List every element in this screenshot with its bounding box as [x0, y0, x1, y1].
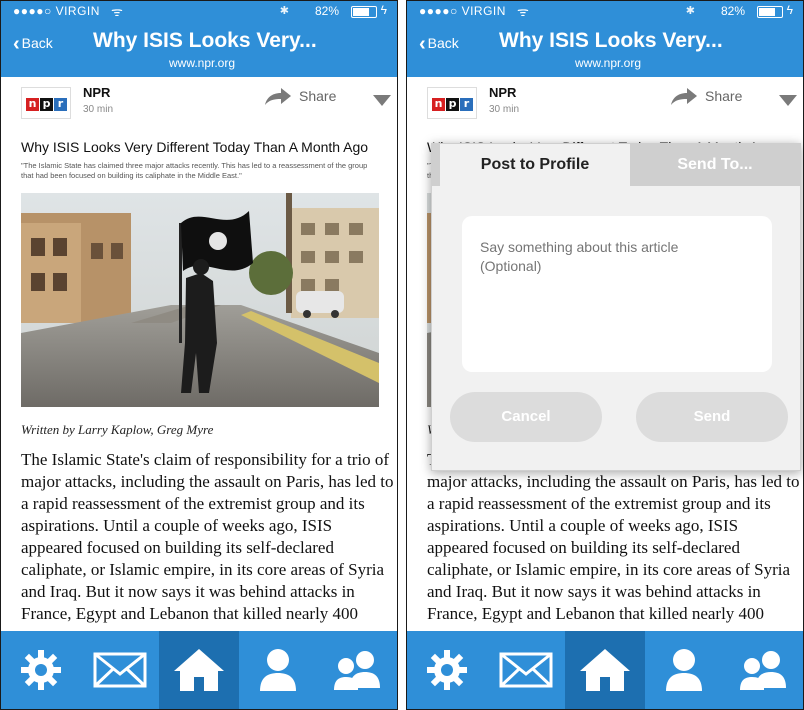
article-body: The Islamic State's claim of responsibil… [21, 450, 394, 623]
source-time: 30 min [83, 104, 114, 115]
mail-icon [93, 652, 147, 688]
battery-icon [757, 6, 783, 18]
wifi-icon: ᯤ [517, 4, 529, 19]
source-name: NPR [489, 85, 517, 100]
page-title: Why ISIS Looks Very... [93, 29, 317, 52]
comment-input[interactable] [462, 216, 772, 372]
article-header: npr NPR 30 min Share [407, 77, 803, 127]
npr-logo-letter: n [432, 98, 445, 111]
carrier-label: ●●●●○ VIRGIN [13, 4, 100, 18]
home-icon [580, 649, 630, 691]
article-header: npr NPR 30 min Share [1, 77, 397, 127]
tab-send-to[interactable]: Send To... [630, 144, 800, 186]
modal-tabs: Post to Profile Send To... [432, 144, 800, 186]
people-icon [334, 651, 381, 690]
nav-bar: ‹ Back Why ISIS Looks Very... www.npr.org [1, 21, 397, 77]
status-bar: ●●●●○ VIRGIN ᯤ ✱ 82% ϟ [407, 1, 803, 21]
source-time: 30 min [489, 104, 520, 115]
tab-post-to-profile[interactable]: Post to Profile [440, 144, 630, 186]
source-url: www.npr.org [575, 56, 642, 70]
article-photo [21, 193, 379, 407]
npr-logo-letter: p [446, 98, 459, 111]
gear-icon [20, 650, 61, 690]
bluetooth-icon: ✱ [279, 5, 289, 17]
npr-logo-letter: n [26, 98, 39, 111]
send-button[interactable]: Send [636, 392, 788, 442]
status-bar: ●●●●○ VIRGIN ᯤ ✱ 82% ϟ [1, 1, 397, 21]
npr-logo-letter: r [460, 98, 473, 111]
tab-home[interactable] [159, 631, 239, 709]
cancel-button[interactable]: Cancel [450, 392, 602, 442]
npr-logo-letter: p [40, 98, 53, 111]
tab-messages[interactable] [486, 631, 565, 709]
npr-logo: npr [21, 87, 71, 119]
gear-icon [426, 650, 467, 690]
source-url: www.npr.org [169, 56, 236, 70]
article-body: The Islamic State's claim of responsibil… [427, 450, 800, 623]
npr-logo-letter: r [54, 98, 67, 111]
carrier-label: ●●●●○ VIRGIN [419, 4, 506, 18]
phone-screen-share-modal: ●●●●○ VIRGIN ᯤ ✱ 82% ϟ ‹ Back Why ISIS Lo… [406, 0, 804, 710]
share-label: Share [299, 88, 337, 104]
home-icon [174, 649, 224, 691]
back-label: Back [427, 35, 459, 51]
back-button[interactable]: ‹ Back [13, 33, 53, 56]
people-icon [740, 651, 787, 690]
tab-settings[interactable] [407, 631, 486, 709]
back-button[interactable]: ‹ Back [419, 33, 459, 56]
charging-icon: ϟ [786, 3, 793, 17]
tab-messages[interactable] [80, 631, 159, 709]
share-label: Share [705, 88, 743, 104]
bottom-tab-bar [1, 631, 397, 709]
nav-bar: ‹ Back Why ISIS Looks Very... www.npr.org [407, 21, 803, 77]
bottom-tab-bar [407, 631, 803, 709]
share-arrow-icon [671, 88, 697, 105]
article-headline: Why ISIS Looks Very Different Today Than… [21, 139, 369, 155]
charging-icon: ϟ [380, 3, 387, 17]
page-title: Why ISIS Looks Very... [499, 29, 723, 52]
chevron-left-icon: ‹ [419, 33, 426, 55]
article-byline: Written by Larry Kaplow, Greg Myre [21, 422, 214, 437]
tab-friends[interactable] [724, 631, 803, 709]
tab-friends[interactable] [318, 631, 397, 709]
battery-icon [351, 6, 377, 18]
npr-logo: npr [427, 87, 477, 119]
person-icon [666, 649, 703, 691]
wifi-icon: ᯤ [111, 4, 123, 19]
tab-home[interactable] [565, 631, 645, 709]
back-label: Back [21, 35, 53, 51]
bluetooth-icon: ✱ [685, 5, 695, 17]
share-arrow-icon [265, 88, 291, 105]
person-icon [260, 649, 297, 691]
mail-icon [499, 652, 553, 688]
share-button[interactable]: Share [263, 87, 336, 107]
chevron-down-icon[interactable] [779, 95, 797, 106]
chevron-left-icon: ‹ [13, 33, 20, 55]
tab-settings[interactable] [1, 631, 80, 709]
tab-profile[interactable] [645, 631, 724, 709]
share-modal: Post to Profile Send To... Cancel Send [431, 143, 801, 471]
battery-percent: 82% [314, 4, 339, 18]
battery-percent: 82% [720, 4, 745, 18]
phone-screen-article: ●●●●○ VIRGIN ᯤ ✱ 82% ϟ ‹ Back Why ISIS Lo… [0, 0, 398, 710]
source-name: NPR [83, 85, 111, 100]
article-excerpt: "The Islamic State has claimed three maj… [21, 161, 368, 180]
tab-profile[interactable] [239, 631, 318, 709]
share-button[interactable]: Share [669, 87, 742, 107]
chevron-down-icon[interactable] [373, 95, 391, 106]
